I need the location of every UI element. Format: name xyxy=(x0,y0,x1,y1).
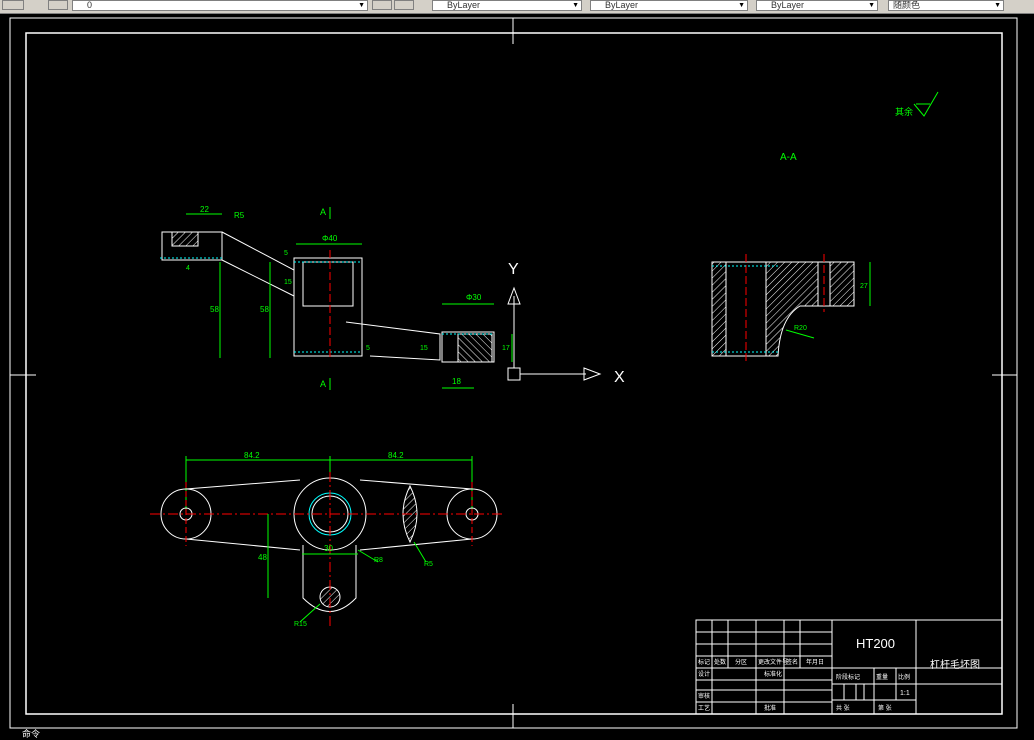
chevron-down-icon: ▼ xyxy=(868,2,875,9)
roughness-note-text: 其余 xyxy=(895,106,913,117)
ucs-y-label: Y xyxy=(508,261,519,278)
lineweight-dropdown-value: ByLayer xyxy=(771,0,805,10)
layer-state-button[interactable] xyxy=(48,0,68,10)
dim-58a: 58 xyxy=(210,305,219,314)
dim-17: 17 xyxy=(502,345,510,352)
title-cell-change-doc: 更改文件号 xyxy=(758,658,788,666)
color-dropdown-value: ByLayer xyxy=(447,0,481,10)
ucs-x-label: X xyxy=(614,369,625,386)
chevron-down-icon: ▼ xyxy=(738,2,745,9)
title-cell-standardize: 标准化 xyxy=(764,670,782,678)
title-cell-process: 工艺 xyxy=(698,704,710,712)
section-mark-top: A xyxy=(320,207,326,217)
dim-r15: R15 xyxy=(294,621,307,628)
dim-r5-bottom: R5 xyxy=(424,561,433,568)
drawing-svg: 其余 A-A 22 R5 A Φ40 5 15 58 58 4 Φ30 17 1… xyxy=(9,17,1018,729)
title-cell-mark: 标记 xyxy=(698,658,710,666)
section-mark-bottom: A xyxy=(320,379,326,389)
title-cell-approve: 批准 xyxy=(764,704,776,712)
roughness-symbol: 其余 xyxy=(895,91,939,117)
section-view-aa: 27 R20 xyxy=(711,254,871,362)
dim-r8: R8 xyxy=(374,557,383,564)
dim-18: 18 xyxy=(452,377,461,386)
dim-d40: Φ40 xyxy=(322,234,338,243)
title-cell-date: 年月日 xyxy=(806,658,824,666)
layer-dropdown[interactable]: 0 ▼ xyxy=(72,0,368,11)
title-cell-stage-mark: 阶段标记 xyxy=(836,673,860,681)
make-current-layer-button[interactable] xyxy=(372,0,392,10)
top-view: 84.2 84.2 48 30 R8 R5 R15 xyxy=(150,451,505,628)
color-dropdown[interactable]: ByLayer ▼ xyxy=(432,0,582,11)
title-cell-check: 审核 xyxy=(698,692,710,700)
dim-48: 48 xyxy=(258,553,267,562)
dim-r5-top: R5 xyxy=(234,211,245,220)
dim-84-2-left: 84.2 xyxy=(244,451,260,460)
linetype-dropdown-value: ByLayer xyxy=(605,0,639,10)
dim-5b: 5 xyxy=(366,345,370,352)
title-scale: 1:1 xyxy=(900,690,910,697)
linetype-dropdown[interactable]: ByLayer ▼ xyxy=(590,0,748,11)
title-cell-ratio: 比例 xyxy=(898,673,910,681)
dim-15b: 15 xyxy=(420,345,428,352)
properties-toolbar: 0 ▼ ByLayer ▼ ByLayer ▼ ByLayer ▼ 随颜色 ▼ xyxy=(0,0,1034,14)
chevron-down-icon: ▼ xyxy=(358,2,365,9)
dim-r20: R20 xyxy=(794,325,807,332)
dim-d30: Φ30 xyxy=(466,293,482,302)
layer-manager-button[interactable] xyxy=(2,0,24,10)
title-part-name: 杠杆毛坯图 xyxy=(930,658,980,671)
plotstyle-dropdown-value: 随颜色 xyxy=(893,0,921,10)
layer-dropdown-value: 0 xyxy=(87,0,93,10)
chevron-down-icon: ▼ xyxy=(994,2,1001,9)
title-block: HT200 杠杆毛坯图 1:1 标记 处数 分区 更改文件号 签名 年月日 设计… xyxy=(695,619,1003,715)
dim-27: 27 xyxy=(860,283,868,290)
title-cell-signature: 签名 xyxy=(786,658,798,666)
title-cell-sheet-no: 第 张 xyxy=(878,704,892,712)
command-line[interactable]: 命令 xyxy=(0,730,1034,740)
lineweight-dropdown[interactable]: ByLayer ▼ xyxy=(756,0,878,11)
ucs-icon: Y X xyxy=(507,261,625,386)
section-label-aa: A-A xyxy=(780,152,797,163)
plotstyle-dropdown[interactable]: 随颜色 ▼ xyxy=(888,0,1004,11)
dim-4: 4 xyxy=(186,265,190,272)
chevron-down-icon: ▼ xyxy=(572,2,579,9)
dim-15a: 15 xyxy=(284,279,292,286)
front-view: 22 R5 A Φ40 5 15 58 58 4 Φ30 17 15 5 18 … xyxy=(160,205,513,390)
layer-previous-button[interactable] xyxy=(394,0,414,10)
command-line-text: 命令 xyxy=(22,730,41,740)
dim-84-2-right: 84.2 xyxy=(388,451,404,460)
title-cell-sheets-total: 共 张 xyxy=(836,704,850,712)
dim-30-bottom: 30 xyxy=(324,544,333,553)
dim-22: 22 xyxy=(200,205,209,214)
title-cell-count: 处数 xyxy=(714,658,726,666)
drawing-canvas[interactable]: 其余 A-A 22 R5 A Φ40 5 15 58 58 4 Φ30 17 1… xyxy=(0,14,1034,730)
title-cell-weight: 重量 xyxy=(876,673,888,681)
title-cell-design: 设计 xyxy=(698,670,710,678)
inner-border xyxy=(25,32,1003,715)
outer-border xyxy=(9,17,1018,729)
dim-5: 5 xyxy=(284,250,288,257)
title-cell-zone: 分区 xyxy=(735,658,747,666)
title-material: HT200 xyxy=(856,636,895,651)
dim-58b: 58 xyxy=(260,305,269,314)
